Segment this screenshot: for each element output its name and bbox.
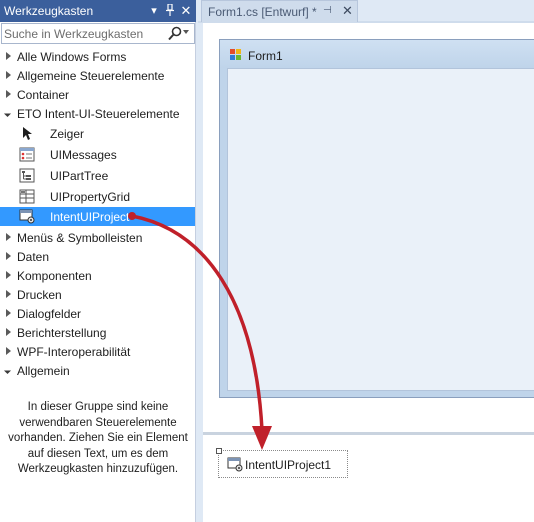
toolbox-group-menus-toolbars[interactable]: Menüs & Symbolleisten xyxy=(0,228,195,247)
empty-group-message: In dieser Gruppe sind keine verwendbaren… xyxy=(8,401,188,475)
intent-ui-project-icon xyxy=(19,209,35,224)
toolbox-group-common-controls[interactable]: Allgemeine Steuerelemente xyxy=(0,66,195,85)
tray-component-label: IntentUIProject1 xyxy=(245,458,332,472)
expand-arrow-icon xyxy=(6,71,11,79)
toolbox-item-pointer[interactable]: Zeiger xyxy=(0,124,195,143)
close-tab-icon[interactable]: ✕ xyxy=(342,3,353,19)
toolbox-group-reporting[interactable]: Berichterstellung xyxy=(0,323,195,342)
auto-hide-pin-icon[interactable] xyxy=(164,3,176,18)
expand-arrow-icon xyxy=(6,52,11,60)
expand-arrow-icon xyxy=(6,309,11,317)
toolbox-item-intent-ui-project[interactable]: IntentUIProject xyxy=(0,207,195,226)
expand-arrow-icon xyxy=(6,271,11,279)
collapse-arrow-icon xyxy=(3,366,12,375)
toolbox-item-ui-messages[interactable]: UIMessages xyxy=(0,145,195,164)
intent-ui-project-icon xyxy=(227,457,243,472)
pointer-icon xyxy=(23,127,32,140)
ui-property-grid-icon xyxy=(19,189,35,204)
expand-arrow-icon xyxy=(6,290,11,298)
toolbox-group-dialogs[interactable]: Dialogfelder xyxy=(0,304,195,323)
search-icon[interactable] xyxy=(168,26,182,41)
close-icon[interactable]: ✕ xyxy=(180,4,192,18)
tab-form1-designer[interactable]: Form1.cs [Entwurf] * ⊣ ✕ xyxy=(201,0,358,22)
form-title-bar[interactable]: Form1 xyxy=(220,40,534,68)
toolbox-title-bar: Werkzeugkasten ▾ ✕ xyxy=(0,0,196,22)
expand-arrow-icon xyxy=(6,252,11,260)
toolbox-title: Werkzeugkasten xyxy=(4,4,94,18)
search-input[interactable] xyxy=(4,25,162,42)
toolbox-group-printing[interactable]: Drucken xyxy=(0,285,195,304)
component-tray[interactable]: IntentUIProject1 xyxy=(203,435,534,522)
form-window[interactable]: Form1 xyxy=(219,39,534,398)
form-icon xyxy=(230,49,241,60)
expand-arrow-icon xyxy=(6,90,11,98)
ui-part-tree-icon xyxy=(19,168,35,183)
toolbox-group-containers[interactable]: Container xyxy=(0,85,195,104)
toolbox-item-ui-property-grid[interactable]: UIPropertyGrid xyxy=(0,187,195,206)
expand-arrow-icon xyxy=(6,233,11,241)
form-title: Form1 xyxy=(248,49,283,63)
toolbox-search-box[interactable] xyxy=(1,23,195,44)
toolbox-group-eto-intent-ui[interactable]: ETO Intent-UI-Steuerelemente xyxy=(0,104,195,123)
toolbox-group-general[interactable]: Allgemein xyxy=(0,361,195,380)
toolbox-item-ui-part-tree[interactable]: UIPartTree xyxy=(0,166,195,185)
window-position-dropdown-icon[interactable]: ▾ xyxy=(148,4,160,18)
collapse-arrow-icon xyxy=(3,109,12,118)
form-client-area[interactable] xyxy=(227,68,534,391)
pin-tab-icon[interactable]: ⊣ xyxy=(323,5,332,16)
toolbox-group-data[interactable]: Daten xyxy=(0,247,195,266)
search-options-dropdown-icon[interactable] xyxy=(183,30,189,34)
tray-component-intent-ui-project[interactable]: IntentUIProject1 xyxy=(216,448,348,478)
designer-surface[interactable]: Form1 xyxy=(203,23,534,432)
toolbox-group-all-windows-forms[interactable]: Alle Windows Forms xyxy=(0,47,195,66)
modified-marker: * xyxy=(312,5,317,19)
ui-messages-icon xyxy=(19,147,35,162)
expand-arrow-icon xyxy=(6,328,11,336)
toolbox-group-wpf-interop[interactable]: WPF-Interoperabilität xyxy=(0,342,195,361)
selection-handle[interactable] xyxy=(216,448,222,454)
toolbox-panel: Werkzeugkasten ▾ ✕ Alle Windows Forms Al… xyxy=(0,0,196,522)
expand-arrow-icon xyxy=(6,347,11,355)
toolbox-group-components[interactable]: Komponenten xyxy=(0,266,195,285)
tab-label: Form1.cs [Entwurf] xyxy=(208,5,309,19)
